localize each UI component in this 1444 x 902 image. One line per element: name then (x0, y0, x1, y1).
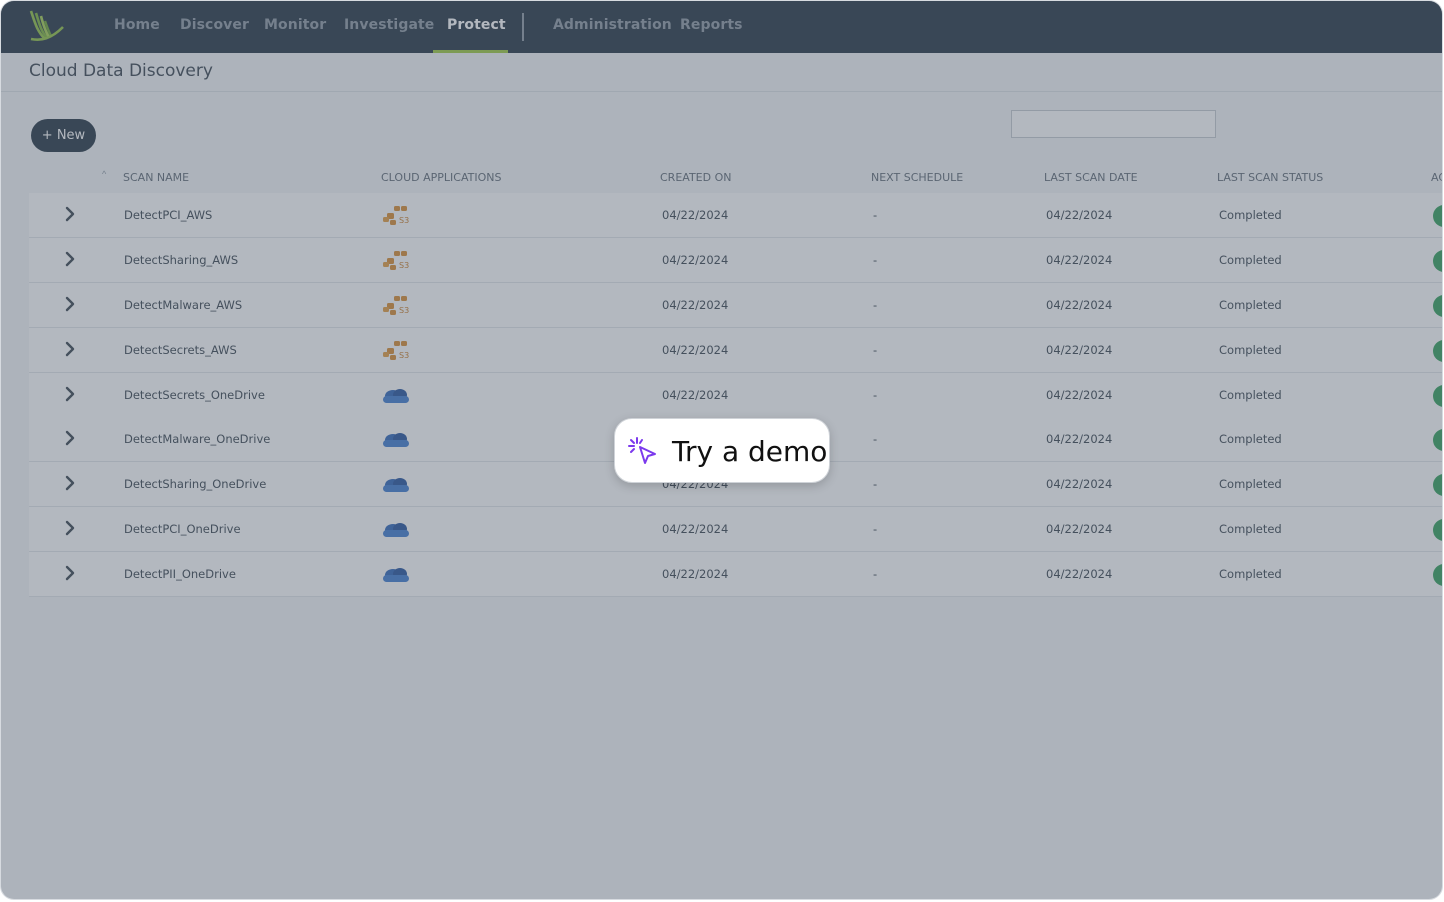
app-window: Home Discover Monitor Investigate Protec… (0, 0, 1443, 900)
sparkle-cursor-icon (628, 437, 656, 464)
try-demo-button[interactable]: Try a demo (614, 418, 830, 483)
try-demo-label: Try a demo (672, 435, 828, 468)
